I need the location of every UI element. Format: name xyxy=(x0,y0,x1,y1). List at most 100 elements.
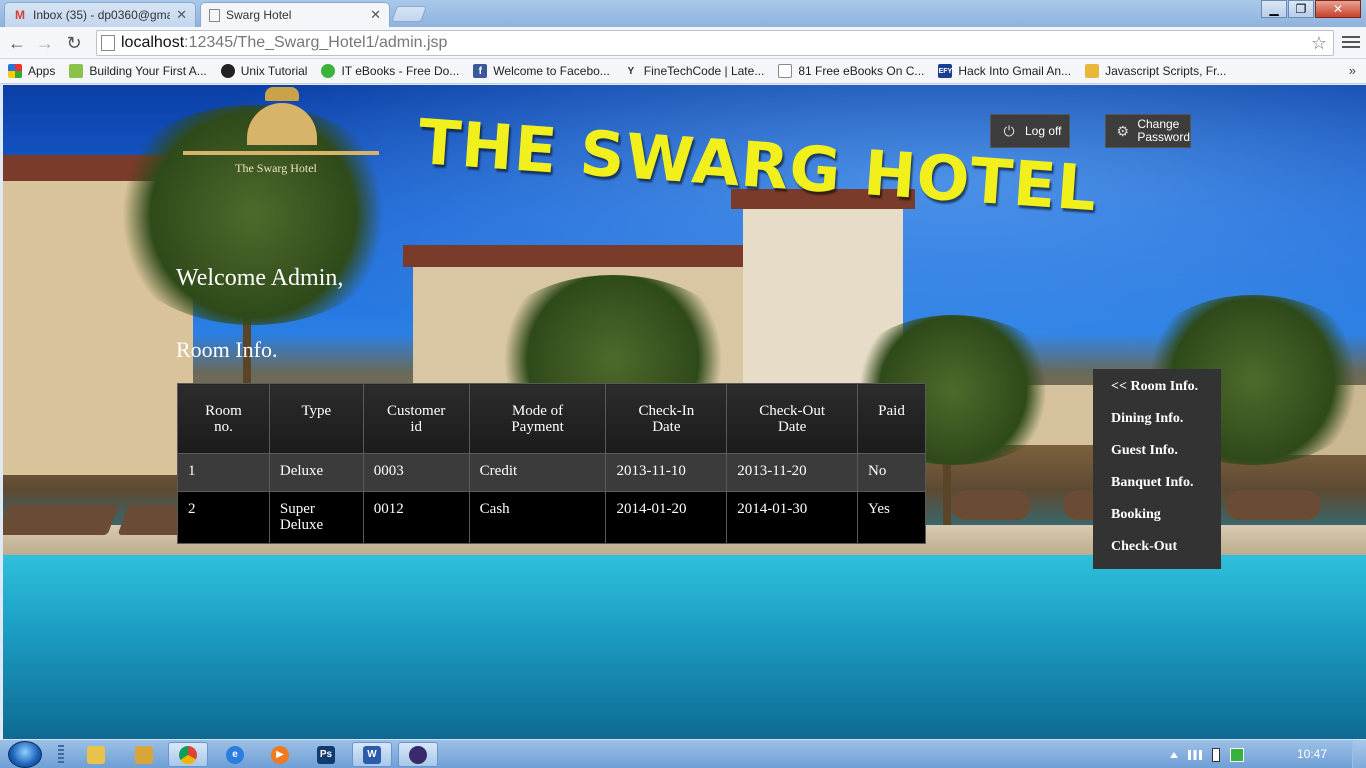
change-password-line1: Change xyxy=(1137,117,1180,131)
bookmark-label: IT eBooks - Free Do... xyxy=(341,64,460,78)
bookmark-free-ebooks[interactable]: 81 Free eBooks On C... xyxy=(778,64,924,78)
page-icon xyxy=(778,64,793,78)
taskbar-eclipse[interactable] xyxy=(398,742,438,767)
header-text: Check-Out xyxy=(759,403,826,419)
js-icon xyxy=(1085,64,1100,78)
menu-item-room-info[interactable]: << Room Info. xyxy=(1093,379,1221,411)
taskbar-clock[interactable]: 10:47 xyxy=(1282,747,1342,761)
apps-grid-icon xyxy=(8,64,22,78)
section-title: Room Info. xyxy=(176,337,278,362)
close-window-button[interactable]: ✕ xyxy=(1315,0,1361,18)
start-button[interactable] xyxy=(8,741,42,768)
change-password-line2: Password xyxy=(1137,130,1190,144)
menu-item-banquet-info[interactable]: Banquet Info. xyxy=(1093,475,1221,507)
bookmark-label: Welcome to Facebo... xyxy=(493,64,610,78)
tux-icon xyxy=(220,64,235,78)
bookmark-label: Hack Into Gmail An... xyxy=(958,64,1072,78)
logoff-label: Log off xyxy=(1025,124,1062,138)
cell-customer-id: 0012 xyxy=(362,491,470,544)
header-text: Date xyxy=(652,419,681,435)
header-text: Payment xyxy=(511,419,564,435)
header-text: Customer xyxy=(387,403,446,419)
show-desktop-button[interactable] xyxy=(1352,740,1366,768)
hotel-logo: The Swarg Hotel xyxy=(181,85,381,177)
cell-paid: Yes xyxy=(857,491,926,544)
welcome-heading: Welcome Admin, xyxy=(176,265,344,291)
cell-payment: Cash xyxy=(468,491,607,544)
logoff-button[interactable]: ⏻ Log off xyxy=(990,114,1070,148)
header-text: Check-In xyxy=(638,403,695,419)
browser-tab-strip: M Inbox (35) - dp0360@gma ✕ Swarg Hotel … xyxy=(0,0,1366,27)
chrome-menu-icon[interactable] xyxy=(1342,32,1360,52)
minimize-button[interactable]: ▁ xyxy=(1261,0,1287,18)
forward-arrow-icon[interactable]: → xyxy=(34,32,56,54)
page-icon xyxy=(101,35,115,51)
menu-item-check-out[interactable]: Check-Out xyxy=(1093,539,1221,571)
windows-taskbar: e ▶ Ps W 10:47 xyxy=(0,739,1366,768)
menu-item-guest-info[interactable]: Guest Info. xyxy=(1093,443,1221,475)
bookmark-apps[interactable]: Apps xyxy=(8,64,55,78)
menu-item-dining-info[interactable]: Dining Info. xyxy=(1093,411,1221,443)
page-icon xyxy=(209,8,220,22)
back-arrow-icon[interactable]: ← xyxy=(6,32,28,54)
app-tray-icon[interactable] xyxy=(1230,747,1244,762)
tab-close-icon[interactable]: ✕ xyxy=(370,7,381,23)
change-password-button[interactable]: ⚙ Change Password xyxy=(1105,114,1191,148)
cell-room-no: 1 xyxy=(177,453,270,492)
hotel-admin-page: The Swarg Hotel THE SWARG HOTEL ⏻ Log of… xyxy=(3,85,1366,739)
reload-icon[interactable]: ↻ xyxy=(63,32,85,54)
bookmark-label: Javascript Scripts, Fr... xyxy=(1105,64,1227,78)
eclipse-icon xyxy=(409,745,427,764)
taskbar-ie[interactable]: e xyxy=(215,742,255,767)
bookmark-unix[interactable]: Unix Tutorial xyxy=(220,64,308,78)
bookmark-label: Building Your First A... xyxy=(89,64,207,78)
taskbar-media-player[interactable]: ▶ xyxy=(260,742,300,767)
address-bar[interactable]: localhost:12345/The_Swarg_Hotel1/admin.j… xyxy=(96,30,1334,56)
taskbar-chrome[interactable] xyxy=(168,742,208,767)
network-icon[interactable] xyxy=(1188,749,1202,760)
header-text: Paid xyxy=(878,403,905,419)
taskbar-grip xyxy=(58,745,64,765)
change-password-label: Change Password xyxy=(1137,118,1190,144)
tab-inbox[interactable]: M Inbox (35) - dp0360@gma ✕ xyxy=(4,2,196,27)
bookmark-label: FineTechCode | Late... xyxy=(643,64,765,78)
background-lounger xyxy=(1225,490,1321,520)
bookmark-finetechcode[interactable]: Y FineTechCode | Late... xyxy=(624,64,765,78)
address-host: localhost xyxy=(121,34,185,51)
chrome-icon xyxy=(179,745,197,764)
bookmark-android[interactable]: Building Your First A... xyxy=(69,64,207,78)
taskbar-photoshop[interactable]: Ps xyxy=(306,742,346,767)
header-text: Type xyxy=(301,403,332,419)
side-menu: << Room Info. Dining Info. Guest Info. B… xyxy=(1093,369,1221,569)
bookmark-javascript[interactable]: Javascript Scripts, Fr... xyxy=(1085,64,1226,78)
header-room-no: Room no. xyxy=(177,383,270,454)
header-text: id xyxy=(410,419,423,435)
menu-item-booking[interactable]: Booking xyxy=(1093,507,1221,539)
bookmark-facebook[interactable]: f Welcome to Facebo... xyxy=(473,64,610,78)
logo-base xyxy=(183,151,379,155)
taskbar-word[interactable]: W xyxy=(352,742,392,767)
tab-swarg-hotel[interactable]: Swarg Hotel ✕ xyxy=(200,2,390,27)
bookmarks-bar: Apps Building Your First A... Unix Tutor… xyxy=(0,59,1366,84)
chevron-right-icon[interactable]: » xyxy=(1349,63,1356,78)
tab-title: Inbox (35) - dp0360@gma xyxy=(33,8,171,22)
bookmark-label: Unix Tutorial xyxy=(240,64,308,78)
address-path: :12345/The_Swarg_Hotel1/admin.jsp xyxy=(184,34,448,51)
bookmark-star-icon[interactable]: ☆ xyxy=(1311,33,1327,54)
photoshop-icon: Ps xyxy=(317,745,335,764)
tab-close-icon[interactable]: ✕ xyxy=(176,7,187,23)
new-tab-button[interactable] xyxy=(391,6,427,22)
taskbar-explorer[interactable] xyxy=(76,742,116,767)
maximize-button[interactable]: ❐ xyxy=(1288,0,1314,18)
cell-room-no: 2 xyxy=(177,491,270,544)
battery-icon[interactable] xyxy=(1212,747,1220,762)
taskbar-windows[interactable] xyxy=(124,742,164,767)
gear-icon: ⚙ xyxy=(1116,122,1129,139)
bookmark-hack-gmail[interactable]: EFY Hack Into Gmail An... xyxy=(938,64,1071,78)
bookmark-it-ebooks[interactable]: IT eBooks - Free Do... xyxy=(321,64,459,78)
logo-name: The Swarg Hotel xyxy=(235,161,317,175)
cell-check-out: 2014-01-30 xyxy=(726,491,859,544)
efy-icon: EFY xyxy=(938,64,953,78)
table-row: 2 Super Deluxe 0012 Cash 2014-01-20 2014… xyxy=(177,491,926,544)
tray-expand-icon[interactable] xyxy=(1170,751,1178,758)
